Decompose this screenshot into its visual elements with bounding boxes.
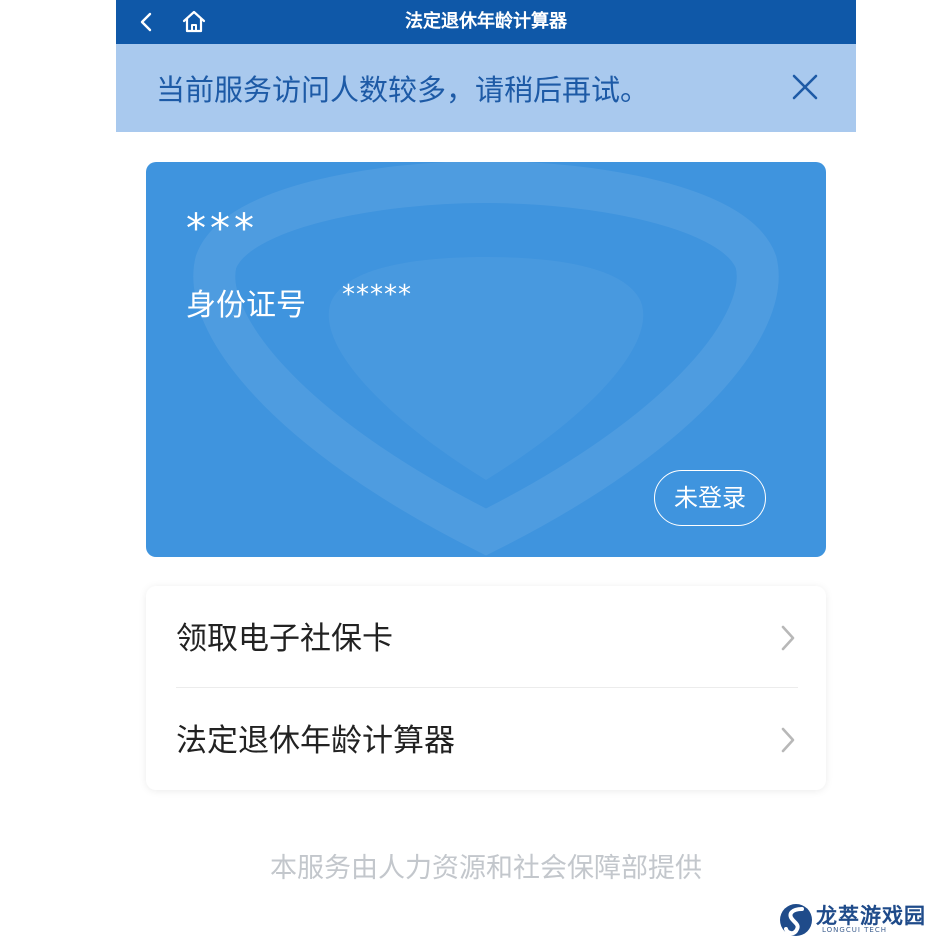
login-button[interactable]: 未登录 — [654, 470, 766, 526]
top-nav-bar: 法定退休年龄计算器 — [116, 0, 856, 44]
social-security-card: *** 身份证号 ***** 未登录 — [146, 162, 826, 557]
menu-item-retirement-calculator[interactable]: 法定退休年龄计算器 — [146, 688, 826, 790]
menu-item-label: 法定退休年龄计算器 — [176, 723, 455, 759]
card-holder-name: *** — [186, 206, 258, 252]
notice-message: 当前服务访问人数较多，请稍后再试。 — [156, 73, 650, 107]
notice-banner: 当前服务访问人数较多，请稍后再试。 — [116, 44, 856, 132]
chevron-right-icon — [781, 727, 795, 753]
watermark-subtitle: LONGCUI TECH — [822, 926, 887, 934]
site-watermark: 龙萃游戏园 LONGCUI TECH — [778, 900, 938, 942]
close-icon — [792, 74, 818, 100]
notice-close-button[interactable] — [790, 72, 820, 102]
menu-item-label: 领取电子社保卡 — [176, 621, 393, 657]
id-number-value: ***** — [342, 280, 412, 310]
menu-item-electronic-card[interactable]: 领取电子社保卡 — [146, 586, 826, 688]
watermark-logo-icon — [780, 904, 812, 936]
service-menu: 领取电子社保卡 法定退休年龄计算器 — [146, 586, 826, 790]
chevron-right-icon — [781, 625, 795, 651]
provider-footer: 本服务由人力资源和社会保障部提供 — [270, 853, 702, 884]
page-title: 法定退休年龄计算器 — [405, 11, 567, 32]
id-number-label: 身份证号 — [186, 288, 306, 323]
app-screen: 法定退休年龄计算器 当前服务访问人数较多，请稍后再试。 *** 身份证号 ***… — [116, 0, 856, 945]
